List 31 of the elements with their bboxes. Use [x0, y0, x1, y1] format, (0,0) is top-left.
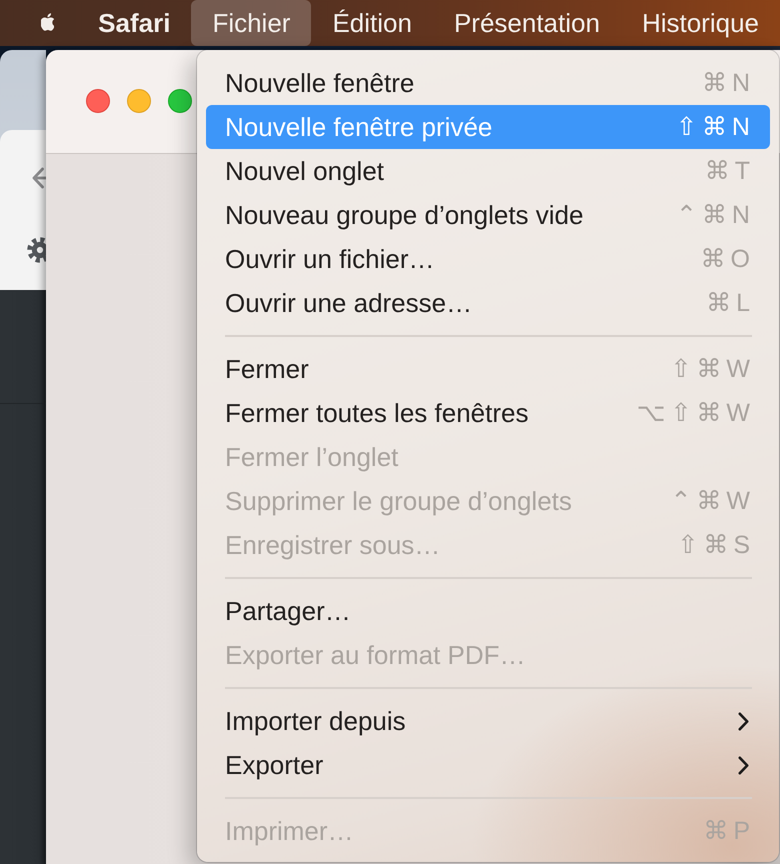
keyboard-shortcut: ⇧⌘S: [677, 530, 755, 560]
menu-bar-item[interactable]: Présentation: [432, 0, 621, 46]
chevron-right-icon: [738, 712, 749, 730]
menu-bar-item[interactable]: Historique: [620, 0, 780, 46]
keyboard-shortcut: ⌃⌘N: [676, 200, 755, 230]
menu-item[interactable]: Nouvel onglet ⌘T: [206, 149, 770, 193]
keyboard-shortcut: ⌘N: [702, 68, 755, 98]
keyboard-shortcut: ⌘T: [704, 156, 755, 186]
menu-item[interactable]: Fermer ⇧⌘W: [206, 347, 770, 391]
menu-item[interactable]: Partager…: [206, 589, 770, 633]
menu-item[interactable]: Ouvrir un fichier… ⌘O: [206, 237, 770, 281]
chevron-right-icon: [738, 756, 749, 774]
left-arrow-icon[interactable]: [32, 167, 46, 189]
menu-bar-item[interactable]: Fichier: [191, 0, 312, 46]
keyboard-shortcut: ⌘L: [706, 288, 755, 318]
menu-item[interactable]: Importer depuis: [206, 699, 770, 743]
menu-item[interactable]: Ouvrir une adresse… ⌘L: [206, 281, 770, 325]
keyboard-shortcut: ⌘O: [700, 244, 755, 274]
zoom-icon[interactable]: [168, 89, 192, 113]
menu-item[interactable]: Nouvelle fenêtre ⌘N: [206, 61, 770, 105]
keyboard-shortcut: ⌥⇧⌘W: [636, 398, 755, 428]
menu-item[interactable]: Nouveau groupe d’onglets vide ⌃⌘N: [206, 193, 770, 237]
keyboard-shortcut: ⌃⌘W: [670, 486, 755, 516]
keyboard-shortcut: ⇧⌘N: [676, 112, 755, 142]
menu-bar-item[interactable]: Safari: [77, 0, 192, 46]
menu-bar-item[interactable]: Édition: [311, 0, 433, 46]
menu-item[interactable]: Exporter: [206, 743, 770, 787]
menu-item[interactable]: Fermer toutes les fenêtres ⌥⇧⌘W: [206, 391, 770, 435]
gear-icon[interactable]: [27, 237, 46, 263]
close-icon[interactable]: [86, 89, 110, 113]
keyboard-shortcut: ⇧⌘W: [670, 354, 755, 384]
